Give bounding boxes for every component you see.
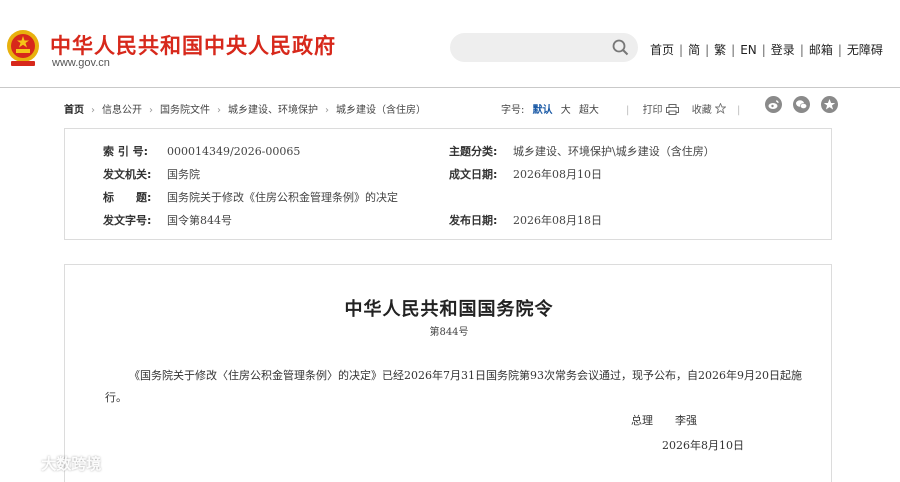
meta-issuer-label: 发文机关: [103,168,152,181]
favorite-button[interactable]: 收藏 [691,103,726,116]
meta-doc-number: 发文字号: 国令第844号 [103,212,232,228]
site-domain: www.gov.cn [52,57,110,69]
nav-separator: | [837,43,842,57]
printer-icon [665,104,679,115]
meta-title-value: 国务院关于修改《住房公积金管理条例》的决定 [167,191,398,204]
document-content: 中华人民共和国国务院令 第844号 《国务院关于修改〈住房公积金管理条例〉的决定… [64,264,832,482]
breadcrumb-bar: 首页 › 信息公开 › 国务院文件 › 城乡建设、环境保护 › 城乡建设（含住房） 字号: 默认… [64,96,839,120]
breadcrumb-urban-environment[interactable]: 城乡建设、环境保护 [228,105,318,116]
site-title[interactable]: 中华人民共和国中央人民政府 [50,30,336,60]
meta-index: 索 引 号: 000014349/2026-00065 [103,143,300,159]
nav-separator: | [705,43,710,57]
breadcrumb-home[interactable]: 首页 [64,105,84,116]
national-emblem-icon[interactable] [6,28,40,68]
font-size-xlarge[interactable]: 超大 [579,105,599,116]
wechat-icon [796,100,808,109]
nav-english[interactable]: EN [740,43,757,57]
document-metadata: 索 引 号: 000014349/2026-00065 主题分类: 城乡建设、环境保… [64,128,832,240]
chevron-right-icon: › [217,105,221,116]
meta-index-value: 000014349/2026-00065 [167,145,301,158]
breadcrumb: 首页 › 信息公开 › 国务院文件 › 城乡建设、环境保护 › 城乡建设（含住房） [64,101,426,116]
font-size-default[interactable]: 默认 [533,105,553,116]
watermark: 大数跨境 [6,453,101,474]
meta-topic-value: 城乡建设、环境保护\城乡建设（含住房） [513,145,715,158]
share-buttons [757,96,839,113]
meta-written-date-value: 2026年08月10日 [513,168,602,181]
watermark-text: 大数跨境 [41,455,102,473]
meta-doc-number-label: 发文字号: [103,214,152,227]
star-icon [824,99,836,110]
qzone-share-button[interactable] [821,96,839,113]
top-nav: 首页 | 简 | 繁 | EN | 登录 | 邮箱 | 无障碍 [650,41,883,58]
meta-publish-date-label: 发布日期: [449,214,498,227]
font-size-switcher: 字号: 默认 大 超大 [501,101,599,116]
meta-title-label: 标 题: [103,191,152,204]
font-size-label: 字号: [501,105,525,116]
nav-separator: | [731,43,736,57]
meta-index-label: 索 引 号: [103,145,149,158]
watermark-logo-icon [8,455,31,473]
meta-written-date-label: 成文日期: [449,168,498,181]
chevron-right-icon: › [325,105,329,116]
nav-separator: | [679,43,684,57]
chevron-right-icon: › [149,105,153,116]
meta-doc-number-value: 国令第844号 [167,214,232,227]
page-tools: | 打印 收藏 | [626,101,750,116]
document-body: 《国务院关于修改〈住房公积金管理条例〉的决定》已经2026年7月31日国务院第9… [105,369,802,404]
tools-divider: | [626,105,630,116]
print-label: 打印 [642,105,663,116]
document-title: 中华人民共和国国务院令 [344,299,554,320]
print-button[interactable]: 打印 [642,104,683,116]
weibo-share-button[interactable] [765,96,782,113]
tools-divider: | [736,105,741,116]
meta-written-date: 成文日期: 2026年08月10日 [449,166,602,182]
star-outline-icon [714,103,726,114]
meta-topic: 主题分类: 城乡建设、环境保护\城乡建设（含住房） [449,143,715,159]
search-input[interactable] [450,33,638,62]
font-size-large[interactable]: 大 [561,105,571,116]
nav-accessibility[interactable]: 无障碍 [847,43,883,57]
meta-issuer: 发文机关: 国务院 [103,166,200,182]
nav-traditional[interactable]: 繁 [714,43,726,57]
nav-separator: | [799,43,804,57]
nav-home[interactable]: 首页 [650,43,674,57]
nav-mail[interactable]: 邮箱 [809,43,833,57]
nav-simplified[interactable]: 简 [688,43,700,57]
document-date: 2026年8月10日 [662,439,744,452]
meta-publish-date-value: 2026年08月18日 [513,214,602,227]
chevron-right-icon: › [91,105,95,116]
breadcrumb-state-council-docs[interactable]: 国务院文件 [160,105,210,116]
wechat-share-button[interactable] [793,96,811,113]
nav-separator: | [761,43,766,57]
breadcrumb-info-disclosure[interactable]: 信息公开 [102,105,142,116]
document-signature: 总理 李强 [631,412,697,428]
breadcrumb-urban-housing[interactable]: 城乡建设（含住房） [336,105,426,116]
signature-title: 总理 [631,414,653,427]
search-icon[interactable] [611,38,630,57]
favorite-label: 收藏 [691,105,712,116]
meta-title: 标 题: 国务院关于修改《住房公积金管理条例》的决定 [103,189,398,205]
meta-issuer-value: 国务院 [167,168,200,181]
site-header: 中华人民共和国中央人民政府 www.gov.cn 首页 | 简 | 繁 | EN | 登录 | 邮箱… [0,0,900,88]
weibo-icon [768,100,779,109]
signature-name: 李强 [675,414,697,427]
nav-login[interactable]: 登录 [771,43,795,57]
meta-topic-label: 主题分类: [449,145,498,158]
meta-publish-date: 发布日期: 2026年08月18日 [449,212,602,228]
document-number: 第844号 [429,327,469,338]
